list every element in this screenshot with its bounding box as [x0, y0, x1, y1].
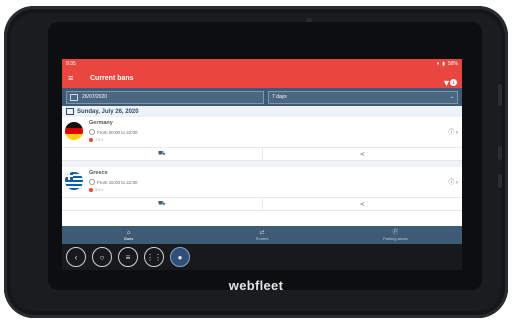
- truck-details-icon[interactable]: ⛟: [62, 198, 262, 210]
- ban-card-main[interactable]: Germany From 00:00 to 22:00 7.5 t ⓘ ›: [62, 117, 462, 147]
- info-icon[interactable]: ⓘ ›: [448, 177, 458, 186]
- apps-button[interactable]: ⋮⋮: [144, 247, 164, 267]
- home-button[interactable]: ○: [92, 247, 112, 267]
- system-nav-bar: ‹ ○ ≡ ⋮⋮ ●: [62, 244, 462, 270]
- menu-button[interactable]: ≡: [118, 247, 138, 267]
- truck-details-icon[interactable]: ⛟: [62, 148, 262, 160]
- nav-label: Routes: [255, 235, 269, 241]
- ban-time-label: From 15:00 to 22:00: [97, 179, 138, 185]
- power-button: [498, 146, 502, 160]
- app-bar: ≡ Current bans ▼ 1: [62, 68, 462, 88]
- brand-logo: webfleet: [228, 278, 284, 293]
- share-icon[interactable]: ≺: [261, 148, 463, 160]
- filter-badge: 1: [450, 79, 457, 86]
- ban-time: From 00:00 to 22:00: [89, 129, 138, 135]
- ban-card[interactable]: Greece From 15:00 to 22:00 3.5 t ⓘ › ⛟ ≺: [62, 167, 462, 211]
- calendar-icon: [70, 93, 78, 101]
- status-time: 9:35: [66, 60, 76, 67]
- nav-label: Bans: [124, 235, 134, 241]
- ban-weight-label: 3.5 t: [95, 187, 103, 192]
- clock-icon: [89, 179, 95, 185]
- clock-icon: [89, 129, 95, 135]
- status-bar: 9:35 ▾ ▮ 58%: [62, 59, 462, 68]
- truck-icon: [89, 137, 93, 142]
- ban-weight: 3.5 t: [89, 187, 103, 192]
- side-button: [498, 174, 502, 188]
- germany-flag: [65, 122, 83, 140]
- ban-weight: 7.5 t: [89, 137, 103, 142]
- nav-bans[interactable]: ⌂ Bans: [62, 226, 195, 244]
- period-select[interactable]: 7 days ⌄: [268, 90, 458, 104]
- bottom-nav: ⌂ Bans ⇄ Routes Ⓟ Parking areas: [62, 226, 462, 244]
- chevron-down-icon: ⌄: [449, 94, 454, 100]
- status-icons: ▾ ▮ 58%: [437, 61, 458, 67]
- calendar-icon: [66, 108, 74, 115]
- back-button[interactable]: ‹: [66, 247, 86, 267]
- page-title: Current bans: [90, 74, 134, 82]
- share-icon[interactable]: ≺: [261, 198, 463, 210]
- greece-flag: [65, 172, 83, 190]
- ban-country: Germany: [89, 120, 113, 126]
- truck-icon: [89, 187, 93, 192]
- ban-weight-label: 7.5 t: [95, 137, 103, 142]
- info-icon[interactable]: ⓘ ›: [448, 127, 458, 136]
- ban-card-actions: ⛟ ≺: [62, 197, 462, 210]
- browser-button[interactable]: ●: [170, 247, 190, 267]
- nav-parking[interactable]: Ⓟ Parking areas: [329, 226, 462, 244]
- ban-country: Greece: [89, 170, 108, 176]
- ban-card[interactable]: Germany From 00:00 to 22:00 7.5 t ⓘ › ⛟ …: [62, 117, 462, 161]
- volume-button: [498, 84, 502, 106]
- battery-icon: ▮: [442, 60, 445, 67]
- day-header-label: Sunday, July 26, 2020: [77, 108, 139, 115]
- period-value: 7 days: [272, 94, 287, 100]
- nav-routes[interactable]: ⇄ Routes: [195, 226, 328, 244]
- ban-card-actions: ⛟ ≺: [62, 147, 462, 160]
- nav-label: Parking areas: [382, 235, 408, 241]
- date-field[interactable]: 26/07/2020: [66, 90, 264, 104]
- hamburger-icon[interactable]: ≡: [68, 73, 82, 83]
- day-header: Sunday, July 26, 2020: [62, 106, 462, 117]
- app-screen: 9:35 ▾ ▮ 58% ≡ Current bans ▼ 1 26/07/20…: [62, 59, 462, 270]
- filter-button[interactable]: ▼ 1: [442, 73, 457, 88]
- wifi-icon: ▾: [436, 60, 440, 67]
- ban-time: From 15:00 to 22:00: [89, 179, 138, 185]
- ban-card-main[interactable]: Greece From 15:00 to 22:00 3.5 t ⓘ ›: [62, 167, 462, 197]
- date-value: 26/07/2020: [82, 94, 108, 100]
- ban-time-label: From 00:00 to 22:00: [97, 129, 138, 135]
- battery-level: 58%: [447, 60, 458, 67]
- filter-bar: 26/07/2020 7 days ⌄: [62, 88, 462, 106]
